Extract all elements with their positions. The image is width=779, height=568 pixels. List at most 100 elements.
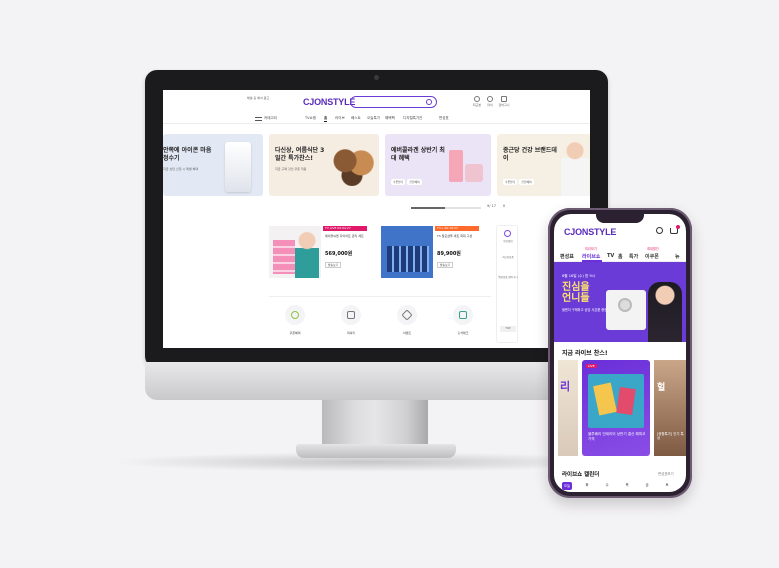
product-box-image	[273, 240, 295, 274]
carousel-page: 9/ 17	[487, 204, 496, 208]
nav-item-best[interactable]: 베스트	[351, 116, 361, 121]
chip[interactable]: 쿠폰받기	[391, 179, 406, 185]
category-luxury[interactable]: 럭셔리	[331, 305, 371, 335]
tab-schedule[interactable]: 편성표	[560, 253, 574, 260]
day-item[interactable]: 목	[622, 482, 632, 487]
chip[interactable]: 쿠폰받기	[503, 179, 518, 185]
tab-sub-badge: 미리보기	[585, 247, 597, 251]
top-button[interactable]: TOP	[500, 326, 516, 332]
desktop-screen: 채널 홈 에서 광고 CJONSTYLE 최근본 마이 장바구니 카테고리 TV…	[163, 90, 590, 348]
day-today[interactable]: 오늘	[562, 482, 572, 490]
live-desc: 에이블씨엔 다이어트 관리 세트	[325, 234, 364, 238]
tab-coupon[interactable]: 이쿠폰	[645, 253, 659, 260]
live-badge: LIVE	[586, 364, 597, 368]
search-icon[interactable]	[426, 99, 432, 105]
top-label: TOP	[505, 327, 511, 330]
banner-card-diet[interactable]: 다신상, 여름식단 3일간 특가찬스! 지금 구매 할인 쿠폰 적용	[269, 134, 379, 196]
category-attendance[interactable]: 출석체크	[443, 305, 483, 335]
pause-button[interactable]: II	[503, 204, 505, 208]
tab-home[interactable]: 홈	[618, 253, 623, 260]
banner-sub: 지금 상담 신청 시 특별 혜택	[163, 167, 199, 171]
desktop-search-input[interactable]	[350, 96, 437, 108]
product-mockup: 채널 홈 에서 광고 CJONSTYLE 최근본 마이 장바구니 카테고리 TV…	[0, 0, 779, 568]
wishlist-label[interactable]: 찜한상품 장바구니	[498, 276, 518, 279]
banner-title: 다신상, 여름식단 3일간 특가찬스!	[275, 147, 325, 162]
live-item-card[interactable]: TV+ 00:18:27 TS 탈모샴푸 세트 최대 구성 89,900원 방송…	[381, 226, 481, 278]
live-thumbnail	[269, 226, 321, 278]
desktop-nav: 카테고리 TV쇼핑 홈 라이브 베스트 오늘특가 해택팩 디지털특가관 편성표	[163, 114, 590, 124]
nav-item-live[interactable]: 라이브	[335, 116, 345, 121]
desktop-logo[interactable]: CJONSTYLE	[303, 97, 355, 107]
banner-card-collagen[interactable]: 에버콜라겐 상반기 최대 혜택 쿠폰받기 할인혜택	[385, 134, 491, 196]
live-thumbnail	[381, 226, 433, 278]
calendar-more-link[interactable]: 편성표보기	[658, 471, 674, 476]
live-item-card[interactable]: TV LIVE 00:04:27 에이블씨엔 다이어트 관리 세트 569,00…	[269, 226, 369, 278]
chip[interactable]: 할인혜택	[407, 179, 422, 185]
tab-sub-badge: 최대할인	[647, 247, 659, 251]
live-tag: TV LIVE 00:04:27	[323, 226, 367, 231]
day-item[interactable]: 토	[662, 482, 672, 487]
banner-carousel: 안쪽에 아이콘 마음 정수기 지금 상담 신청 시 특별 혜택 다신상, 여름식…	[163, 134, 590, 196]
card-glyph: 헐	[657, 383, 666, 393]
purifier-image	[225, 142, 251, 192]
cart-badge	[676, 225, 680, 229]
live-caption: [종합특가] 인기 특상	[657, 432, 684, 441]
category-label: 럭셔리	[346, 331, 356, 335]
category-event[interactable]: 이벤트	[387, 305, 427, 335]
progress-fill	[411, 207, 445, 209]
card-glyph: 리	[560, 380, 571, 393]
banner-card-ckd[interactable]: 종근당 건강 브랜드데이 쿠폰받기 할인혜택	[497, 134, 590, 196]
tab-deal[interactable]: 특가	[629, 253, 638, 260]
banner-card-water-purifier[interactable]: 안쪽에 아이콘 마음 정수기 지금 상담 신청 시 특별 혜택	[163, 134, 263, 196]
nav-item-digital[interactable]: 디지털특가관	[403, 116, 422, 121]
banner-chips: 쿠폰받기 할인혜택	[391, 168, 424, 187]
user-icon	[487, 96, 493, 102]
my-page-button[interactable]: 마이	[483, 96, 497, 107]
phone: CJONSTYLE 편성표 미리보기 라이브쇼 TV 홈 특가 최대할인 이쿠폰…	[548, 208, 692, 498]
menu-icon[interactable]	[255, 117, 262, 121]
side-panel: 방송알림 최근본상품 찜한상품 장바구니 TOP	[496, 225, 518, 343]
alarm-icon[interactable]	[504, 230, 511, 237]
bread-image	[329, 144, 375, 186]
day-item[interactable]: 금	[642, 482, 652, 487]
cart-button[interactable]: 장바구니	[497, 96, 511, 107]
nav-item-schedule[interactable]: 편성표	[439, 116, 449, 121]
mini-banner[interactable]: 채널 홈 에서 광고	[247, 96, 271, 100]
nav-item-deal[interactable]: 오늘특가	[367, 116, 380, 121]
phone-notch	[596, 214, 644, 223]
live-section-title: 지금 라이브 찬스!	[562, 350, 608, 357]
recent-products-label[interactable]: 최근본상품	[498, 256, 518, 259]
tab-tv[interactable]: TV	[607, 253, 614, 259]
cart-label: 장바구니	[498, 103, 510, 107]
search-icon[interactable]	[656, 227, 663, 234]
phone-logo[interactable]: CJONSTYLE	[564, 227, 616, 237]
recent-button[interactable]: 최근본	[470, 96, 484, 107]
watch-button[interactable]: 방송보기	[325, 262, 341, 268]
category-coupon[interactable]: 쿠폰혜택	[275, 305, 315, 335]
nav-item-benefit[interactable]: 해택팩	[385, 116, 395, 121]
nav-category[interactable]: 카테고리	[264, 116, 277, 121]
live-carousel: 리 LIVE 블루베리 인테리어 상반기 결산 해피코 가격 헐 [종합특가] …	[554, 360, 686, 456]
monitor-chin	[145, 362, 608, 400]
bag-icon	[341, 305, 361, 325]
product-bottle-image	[449, 150, 463, 182]
monitor: 채널 홈 에서 광고 CJONSTYLE 최근본 마이 장바구니 카테고리 TV…	[145, 70, 608, 368]
live-price: 569,000원	[325, 251, 353, 257]
nav-item-home[interactable]: 홈	[324, 116, 328, 122]
watch-button[interactable]: 방송보기	[437, 262, 453, 268]
banner-chips: 쿠폰받기 할인혜택	[503, 168, 536, 187]
live-card-main[interactable]: LIVE 블루베리 인테리어 상반기 결산 해피코 가격	[582, 360, 650, 456]
chip[interactable]: 할인혜택	[519, 179, 534, 185]
day-item[interactable]: 수	[602, 482, 612, 487]
live-price: 89,900원	[437, 251, 461, 257]
nav-item-tv[interactable]: TV쇼핑	[305, 116, 316, 121]
live-caption: 블루베리 인테리어 상반기 결산 해피코 가격	[588, 432, 646, 441]
tab-liveshow[interactable]: 라이브쇼	[582, 253, 600, 260]
recent-label: 최근본	[472, 103, 482, 107]
live-card-prev[interactable]: 리	[558, 360, 578, 456]
calendar-title: 라이브쇼 캘린더	[562, 472, 600, 478]
day-item[interactable]: 화	[582, 482, 592, 487]
tab-new[interactable]: 뉴	[675, 253, 680, 260]
phone-banner[interactable]: 6월 16일 (수) 밤 9시 진심을 언니들 블렌더 구매하고 상담 사은품 …	[554, 262, 686, 342]
live-card-next[interactable]: 헐 [종합특가] 인기 특상	[654, 360, 686, 456]
